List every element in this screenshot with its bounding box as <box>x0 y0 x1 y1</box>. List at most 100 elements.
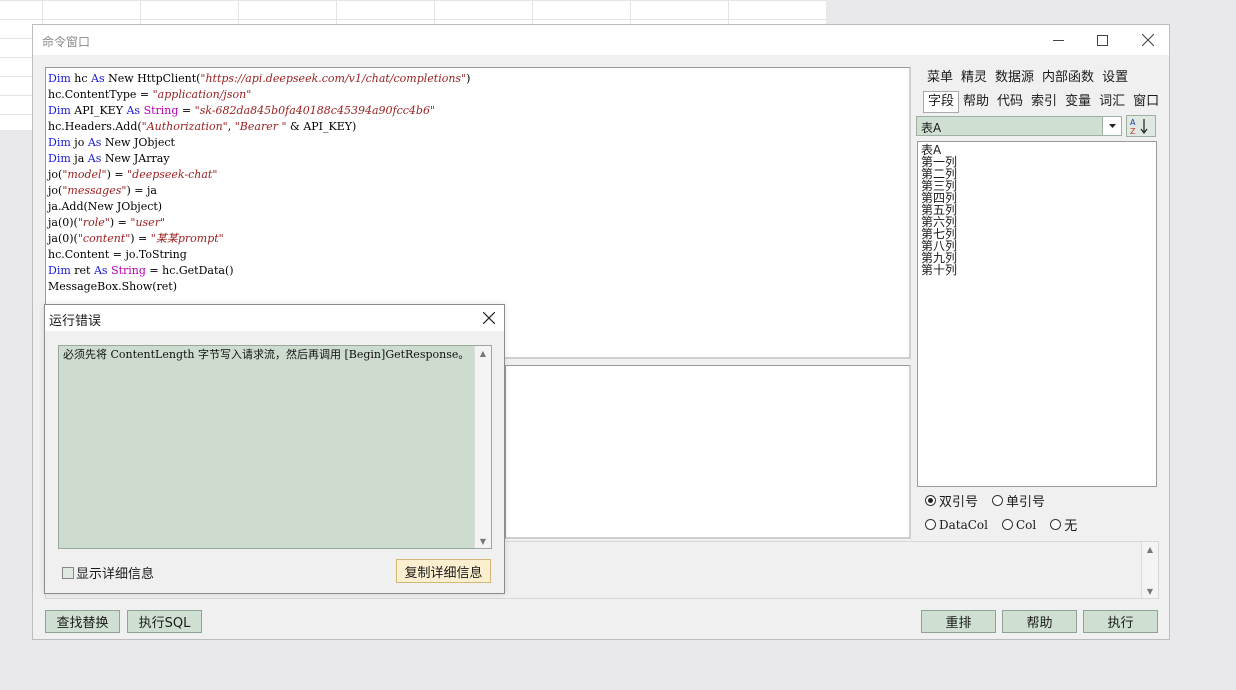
code-token: "https://api.deepseek.com/v1/chat/comple… <box>200 72 467 85</box>
code-token: New JArray <box>101 152 170 165</box>
radio-circle-icon[interactable] <box>925 495 936 506</box>
code-token: ) = <box>130 232 151 245</box>
code-token: Dim <box>48 72 71 85</box>
radio-circle-icon[interactable] <box>992 495 1004 506</box>
code-token: "Bearer " <box>234 120 287 133</box>
radio-option[interactable]: 无 <box>1050 515 1077 534</box>
vertical-scrollbar[interactable]: ▲ ▼ <box>1141 542 1158 598</box>
menu-item-1[interactable]: 精灵 <box>957 67 991 89</box>
code-token: As <box>87 152 102 165</box>
side-menu-row-1: 菜单 精灵 数据源 内部函数 设置 <box>923 67 1132 89</box>
maximize-button[interactable] <box>1079 25 1125 55</box>
code-token: = hc.GetData() <box>145 264 234 277</box>
radio-circle-icon[interactable] <box>925 519 936 530</box>
radio-circle-icon[interactable] <box>1050 519 1062 530</box>
code-token: "content" <box>77 232 131 245</box>
code-token: ja(0)( <box>48 216 78 229</box>
code-token: = <box>178 104 195 117</box>
code-token: "messages" <box>62 184 127 197</box>
code-line: jo("messages") = ja <box>48 183 909 199</box>
sort-button[interactable]: A Z <box>1126 115 1156 137</box>
code-line: hc.Headers.Add("Authorization", "Bearer … <box>48 119 909 135</box>
code-token: Dim <box>48 104 71 117</box>
minimize-button[interactable] <box>1035 25 1081 55</box>
menu-item-0[interactable]: 菜单 <box>923 67 957 89</box>
table-select[interactable]: 表A <box>916 116 1122 136</box>
code-token: As <box>91 72 105 85</box>
error-message-text: 必须先将 ContentLength 字节写入请求流，然后再调用 [Begin]… <box>63 348 470 361</box>
code-token: ) = <box>106 168 128 181</box>
radio-option[interactable]: 单引号 <box>992 491 1045 510</box>
close-icon <box>483 312 495 324</box>
code-token: ) = ja <box>126 184 157 197</box>
error-message-box[interactable]: 必须先将 ContentLength 字节写入请求流，然后再调用 [Begin]… <box>58 345 492 549</box>
code-token: "role" <box>77 216 110 229</box>
code-token: jo( <box>48 168 63 181</box>
code-line: hc.Content = jo.ToString <box>48 247 909 263</box>
menu-item-1[interactable]: 帮助 <box>959 91 993 113</box>
code-token: hc <box>70 72 92 85</box>
code-token: jo( <box>48 184 63 197</box>
code-line: jo("model") = "deepseek-chat" <box>48 167 909 183</box>
close-icon <box>1142 34 1154 46</box>
radio-option[interactable]: DataCol <box>925 518 988 532</box>
code-token: "user" <box>130 216 166 229</box>
code-token: "sk-682da845b0fa40188c45394a90fcc4b6" <box>194 104 436 117</box>
field-item[interactable]: 第十列 <box>921 264 1156 276</box>
code-line: ja(0)("content") = "某某prompt" <box>48 231 909 247</box>
code-token: MessageBox.Show(ret) <box>48 280 178 293</box>
help-button[interactable]: 帮助 <box>1002 610 1077 633</box>
code-token: hc.ContentType = <box>48 88 153 101</box>
side-menu-row-2: 字段 帮助 代码 索引 变量 词汇 窗口 <box>923 91 1163 113</box>
menu-item-4[interactable]: 设置 <box>1098 67 1132 89</box>
show-details-checkbox[interactable]: 显示详细信息 <box>62 563 154 582</box>
field-list[interactable]: 表A 第一列 第二列 第三列 第四列 第五列 第六列 第七列 第八列 第九列 第十列 <box>917 141 1157 487</box>
chevron-down-icon[interactable] <box>1102 117 1121 135</box>
scroll-down-icon[interactable]: ▼ <box>1142 584 1158 598</box>
code-token: , <box>227 120 235 133</box>
menu-item-6[interactable]: 窗口 <box>1129 91 1163 113</box>
menu-item-2[interactable]: 数据源 <box>991 67 1038 89</box>
close-button[interactable] <box>1125 25 1171 55</box>
checkbox-box[interactable] <box>62 566 74 579</box>
radio-option[interactable]: Col <box>1002 518 1036 532</box>
menu-item-2[interactable]: 代码 <box>993 91 1027 113</box>
radio-label: DataCol <box>939 517 988 532</box>
code-line: Dim API_KEY As String = "sk-682da845b0fa… <box>48 103 909 119</box>
menu-item-5[interactable]: 词汇 <box>1095 91 1129 113</box>
code-token: Dim <box>48 136 71 149</box>
minimize-icon <box>1052 39 1064 41</box>
radio-option[interactable]: 双引号 <box>925 491 978 510</box>
reset-button[interactable]: 重排 <box>921 610 996 633</box>
code-token: New JObject <box>101 136 175 149</box>
code-token: New HttpClient( <box>104 72 201 85</box>
code-line: hc.ContentType = "application/json" <box>48 87 909 103</box>
code-token: Dim <box>48 264 71 277</box>
copy-details-button[interactable]: 复制详细信息 <box>396 559 491 583</box>
menu-item-0[interactable]: 字段 <box>923 91 960 113</box>
maximize-icon <box>1096 34 1108 46</box>
radio-circle-icon[interactable] <box>1002 519 1013 530</box>
scroll-up-icon[interactable]: ▲ <box>475 346 491 360</box>
scroll-up-icon[interactable]: ▲ <box>1142 542 1158 556</box>
code-line: MessageBox.Show(ret) <box>48 279 909 295</box>
background-strip <box>826 0 1236 24</box>
code-token: "Authorization" <box>141 120 228 133</box>
table-select-value: 表A <box>921 121 942 135</box>
code-token: & API_KEY) <box>286 120 357 133</box>
execute-button[interactable]: 执行 <box>1083 610 1158 633</box>
output-area[interactable] <box>505 365 911 539</box>
title-bar: 命令窗口 <box>33 25 1169 55</box>
code-line: Dim ret As String = hc.GetData() <box>48 263 909 279</box>
menu-item-3[interactable]: 内部函数 <box>1038 67 1098 89</box>
menu-item-3[interactable]: 索引 <box>1027 91 1061 113</box>
code-token: String <box>111 264 146 277</box>
exec-sql-button[interactable]: 执行SQL <box>127 610 202 633</box>
find-replace-button[interactable]: 查找替换 <box>45 610 120 633</box>
message-scrollbar[interactable]: ▲ ▼ <box>474 346 491 548</box>
code-token: "application/json" <box>152 88 252 101</box>
code-token: As <box>93 264 108 277</box>
menu-item-4[interactable]: 变量 <box>1061 91 1095 113</box>
dialog-close-button[interactable] <box>480 309 498 327</box>
scroll-down-icon[interactable]: ▼ <box>475 534 491 548</box>
